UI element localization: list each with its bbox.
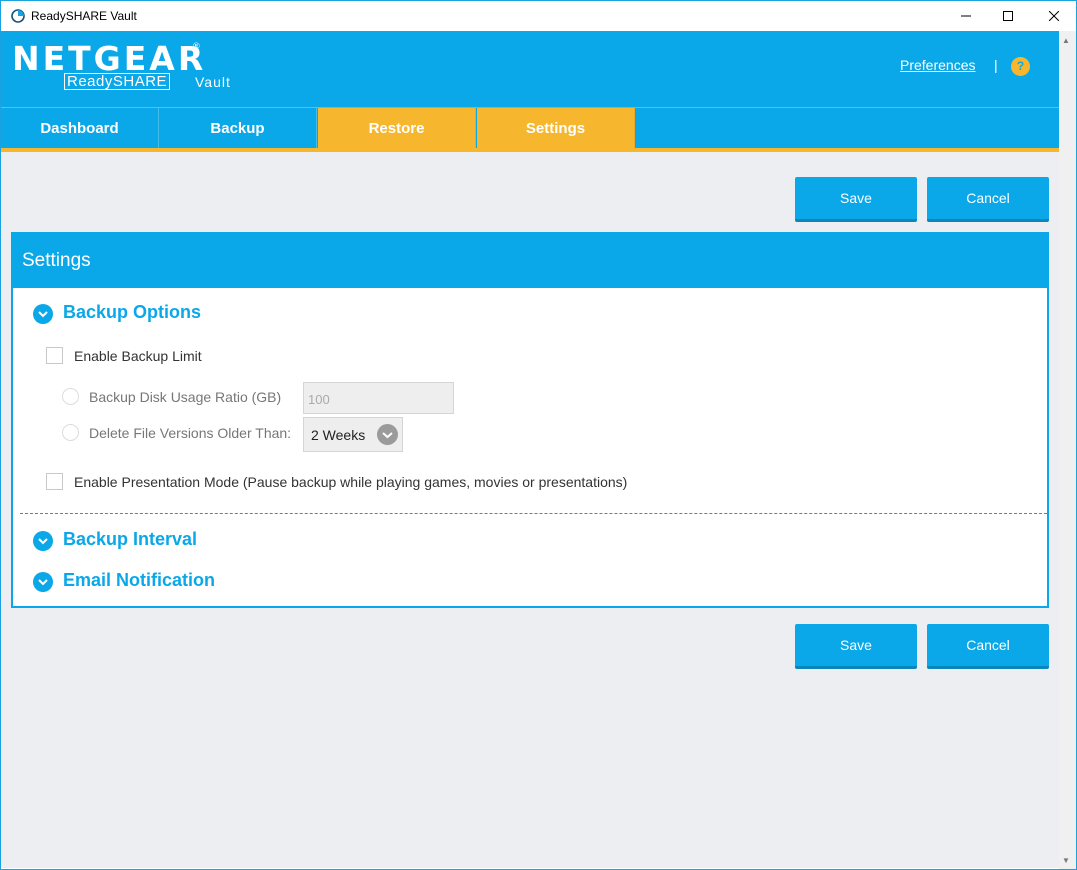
presentation-mode-checkbox[interactable] — [46, 473, 63, 490]
scroll-up-icon[interactable]: ▲ — [1062, 36, 1070, 45]
maximize-icon — [1003, 11, 1013, 21]
backup-interval-title[interactable]: Backup Interval — [63, 529, 197, 550]
delete-versions-radio[interactable] — [62, 424, 79, 441]
app-header: NETGEAR ® ReadySHARE Vault Preferences |… — [1, 31, 1059, 107]
minimize-button[interactable] — [943, 1, 989, 31]
close-icon — [1049, 11, 1059, 21]
window-titlebar: ReadySHARE Vault — [0, 0, 1077, 31]
scroll-down-icon[interactable]: ▼ — [1062, 856, 1070, 865]
delete-versions-label: Delete File Versions Older Than: — [89, 425, 292, 441]
enable-backup-limit-checkbox[interactable] — [46, 347, 63, 364]
preferences-link[interactable]: Preferences — [900, 57, 975, 73]
vertical-scrollbar[interactable] — [1059, 31, 1076, 869]
header-separator: | — [994, 57, 998, 73]
logo-registered-mark: ® — [193, 41, 200, 51]
tab-settings[interactable]: Settings — [477, 108, 635, 149]
chevron-down-icon — [38, 311, 48, 318]
main-nav: Dashboard Backup Restore Settings — [1, 107, 1059, 149]
cancel-button-bottom[interactable]: Cancel — [927, 624, 1049, 669]
dropdown-chevron-icon — [377, 424, 398, 445]
maximize-button[interactable] — [985, 1, 1031, 31]
presentation-mode-label: Enable Presentation Mode (Pause backup w… — [74, 474, 628, 490]
email-notification-toggle[interactable] — [33, 572, 53, 592]
disk-usage-input[interactable]: 100 — [303, 382, 454, 414]
delete-versions-select[interactable]: 2 Weeks — [303, 417, 403, 452]
delete-versions-value: 2 Weeks — [311, 427, 366, 443]
tab-dashboard[interactable]: Dashboard — [1, 108, 159, 149]
backup-options-title[interactable]: Backup Options — [63, 302, 201, 323]
logo-subtitle: Vault — [195, 74, 231, 90]
backup-interval-toggle[interactable] — [33, 531, 53, 551]
section-divider — [20, 513, 1047, 514]
disk-usage-label: Backup Disk Usage Ratio (GB) — [89, 389, 282, 405]
backup-options-toggle[interactable] — [33, 304, 53, 324]
help-icon[interactable]: ? — [1011, 57, 1030, 76]
tab-backup[interactable]: Backup — [159, 108, 317, 149]
tab-restore[interactable]: Restore — [318, 108, 476, 149]
chevron-down-icon — [38, 579, 48, 586]
logo-subtitle-boxed: ReadySHARE — [64, 73, 171, 90]
save-button-bottom[interactable]: Save — [795, 624, 917, 669]
app-icon — [11, 9, 25, 23]
settings-panel: Settings Backup Options Enable Backup Li… — [11, 232, 1049, 608]
disk-usage-radio[interactable] — [62, 388, 79, 405]
window-title: ReadySHARE Vault — [31, 9, 137, 23]
enable-backup-limit-label: Enable Backup Limit — [74, 348, 202, 364]
settings-panel-title: Settings — [13, 234, 1047, 288]
chevron-down-icon — [38, 538, 48, 545]
cancel-button-top[interactable]: Cancel — [927, 177, 1049, 222]
close-button[interactable] — [1031, 1, 1077, 31]
email-notification-title[interactable]: Email Notification — [63, 570, 215, 591]
minimize-icon — [961, 15, 971, 17]
save-button-top[interactable]: Save — [795, 177, 917, 222]
